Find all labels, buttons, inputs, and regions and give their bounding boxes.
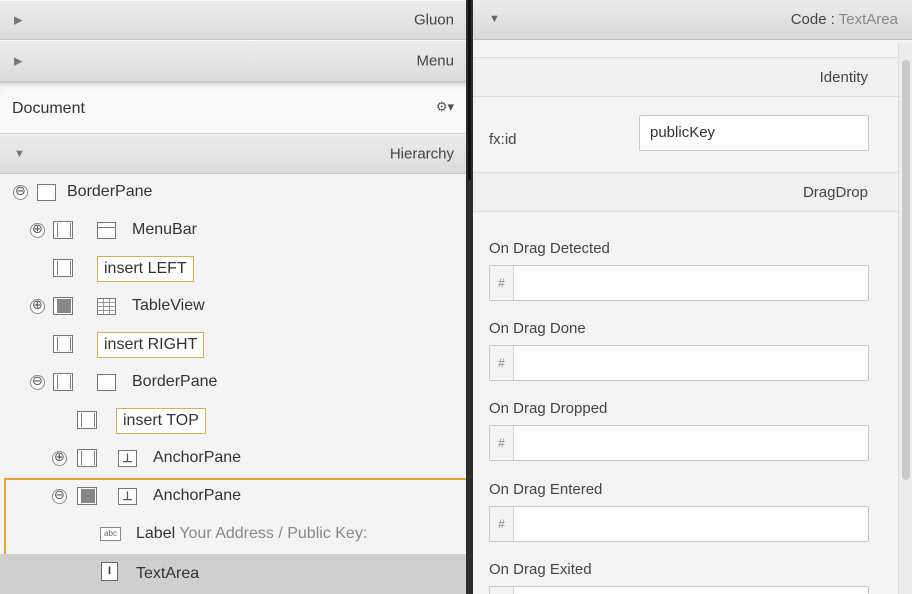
tree-item-label: MenuBar — [132, 221, 197, 238]
tree-item-label: TableView — [132, 297, 205, 314]
gluon-section-title: Gluon — [413, 11, 454, 29]
scrollbar-thumb[interactable] — [902, 60, 910, 480]
left-panel: ▶ Gluon ▶ Menu Document ⚙▾ ▼ Hierarchy ⊖… — [0, 0, 466, 594]
label-icon: abc — [100, 527, 121, 541]
on-drag-entered-field[interactable]: # — [489, 506, 869, 542]
document-header: Document ⚙▾ — [0, 82, 466, 134]
tree-item-label: BorderPane — [67, 183, 153, 200]
collapse-icon[interactable]: ⊖ — [30, 375, 45, 390]
on-drag-dropped-label: On Drag Dropped — [489, 400, 608, 417]
expand-arrow-icon: ▶ — [14, 14, 23, 27]
tree-item-label-node[interactable]: abc Label Your Address / Public Key: — [0, 516, 466, 554]
label-type: Label — [136, 525, 176, 542]
on-drag-entered-label: On Drag Entered — [489, 481, 603, 498]
hierarchy-section-header[interactable]: ▼ Hierarchy — [0, 134, 466, 174]
hash-prefix: # — [490, 346, 514, 380]
fx-id-label: fx:id — [489, 131, 517, 148]
identity-section-title: Identity — [473, 57, 898, 97]
dragdrop-title: DragDrop — [802, 184, 868, 201]
on-drag-dropped-field[interactable]: # — [489, 425, 869, 461]
region-left-icon — [53, 259, 73, 277]
anchorpane-icon: ⊥ — [118, 450, 137, 467]
region-right-icon — [53, 335, 73, 353]
tree-item-tableview[interactable]: ⊕ TableView — [0, 288, 466, 326]
hash-prefix: # — [490, 587, 514, 594]
collapse-icon[interactable]: ⊖ — [52, 489, 67, 504]
tree-item-label: AnchorPane — [153, 449, 242, 466]
tree-item-textarea[interactable]: I TextArea — [0, 554, 466, 594]
borderpane-icon — [37, 184, 56, 201]
on-drag-exited-label: On Drag Exited — [489, 561, 592, 578]
hash-prefix: # — [490, 426, 514, 460]
tree-item-insert-right[interactable]: insert RIGHT — [0, 326, 466, 364]
on-drag-done-field[interactable]: # — [489, 345, 869, 381]
document-title: Document — [12, 100, 85, 117]
tree-item-label: TextArea — [136, 565, 200, 582]
hash-prefix: # — [490, 507, 514, 541]
region-left-icon — [77, 449, 97, 467]
tree-item-borderpane-inner[interactable]: ⊖ BorderPane — [0, 364, 466, 402]
on-drag-detected-label: On Drag Detected — [489, 240, 610, 257]
code-title-text: Code : — [790, 11, 839, 28]
region-top-icon — [53, 221, 73, 239]
region-center-icon — [53, 297, 73, 315]
menubar-icon — [97, 222, 116, 239]
anchorpane-icon: ⊥ — [118, 488, 137, 505]
inspector-panel: ▼ Code : TextArea Identity fx:id publicK… — [473, 0, 912, 594]
region-bottom-icon — [53, 373, 73, 391]
tree-item-menubar[interactable]: ⊕ MenuBar — [0, 212, 466, 250]
tree-item-insert-top[interactable]: insert TOP — [0, 402, 466, 440]
tree-item-insert-left[interactable]: insert LEFT — [0, 250, 466, 288]
fx-id-input[interactable]: publicKey — [639, 115, 869, 151]
on-drag-detected-field[interactable]: # — [489, 265, 869, 301]
expand-icon[interactable]: ⊕ — [30, 299, 45, 314]
dragdrop-section-title: DragDrop — [473, 172, 898, 212]
expand-icon[interactable]: ⊕ — [30, 223, 45, 238]
textarea-icon: I — [101, 562, 118, 581]
borderpane-icon — [97, 374, 116, 391]
code-section-header[interactable]: ▼ Code : TextArea — [473, 0, 912, 40]
collapse-arrow-icon: ▼ — [489, 13, 500, 25]
panel-splitter[interactable] — [466, 0, 473, 594]
on-drag-done-label: On Drag Done — [489, 320, 586, 337]
menu-section-title: Menu — [416, 52, 454, 70]
hierarchy-section-title: Hierarchy — [389, 145, 454, 163]
identity-title: Identity — [819, 69, 868, 86]
collapse-icon[interactable]: ⊖ — [13, 185, 28, 200]
expand-icon[interactable]: ⊕ — [52, 451, 67, 466]
code-section-title: Code : TextArea — [791, 11, 898, 28]
collapse-arrow-icon: ▼ — [14, 148, 25, 160]
insert-right-slot[interactable]: insert RIGHT — [97, 332, 205, 358]
expand-arrow-icon: ▶ — [14, 55, 23, 68]
tree-item-borderpane-root[interactable]: ⊖ BorderPane — [0, 174, 466, 212]
insert-top-slot[interactable]: insert TOP — [116, 408, 206, 434]
vertical-scrollbar[interactable] — [898, 42, 912, 594]
insert-left-slot[interactable]: insert LEFT — [97, 256, 194, 282]
tableview-icon — [97, 298, 116, 315]
label-text-value: Your Address / Public Key: — [179, 525, 368, 542]
tree-item-label: AnchorPane — [153, 487, 242, 504]
gear-menu-icon[interactable]: ⚙▾ — [436, 99, 454, 115]
gluon-section-header[interactable]: ▶ Gluon — [0, 0, 466, 40]
region-top-icon — [77, 411, 97, 429]
tree-item-label: BorderPane — [132, 373, 218, 390]
tree-item-label: Label Your Address / Public Key: — [136, 525, 367, 543]
hash-prefix: # — [490, 266, 514, 300]
tree-item-anchorpane-2[interactable]: ⊖ ⊥ AnchorPane — [0, 478, 466, 516]
tree-item-anchorpane-1[interactable]: ⊕ ⊥ AnchorPane — [0, 440, 466, 478]
menu-section-header[interactable]: ▶ Menu — [0, 40, 466, 82]
region-center-icon — [77, 487, 97, 505]
on-drag-exited-field[interactable]: # — [489, 586, 869, 594]
code-subtitle-text: TextArea — [838, 11, 898, 28]
